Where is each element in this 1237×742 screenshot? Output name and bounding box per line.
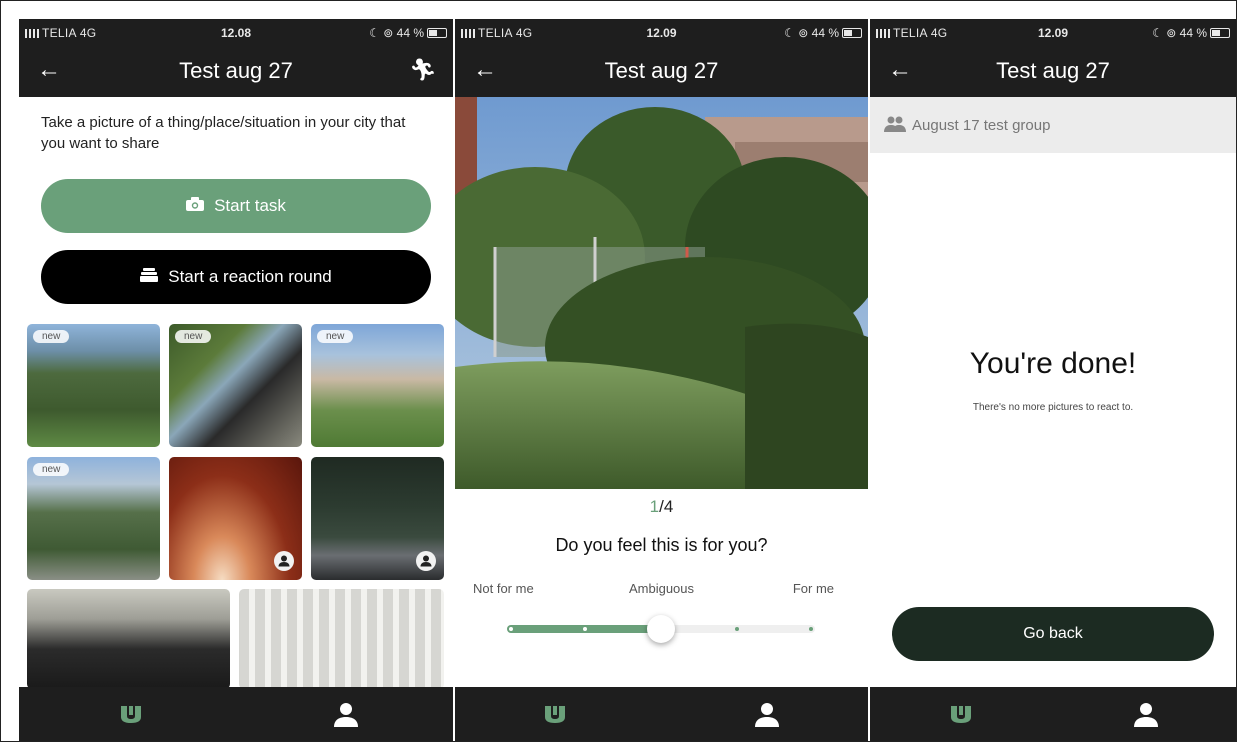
- stack-icon: [140, 250, 159, 304]
- running-person-icon[interactable]: 🏃︎: [409, 57, 437, 83]
- photo-thumbnail[interactable]: [311, 457, 444, 580]
- battery-icon: [1210, 28, 1230, 38]
- moon-icon: ☾: [784, 26, 795, 40]
- new-badge: new: [317, 330, 354, 343]
- screenshot-frame: TELIA 4G 12.08 ☾ ⊚ 44 % ← Test aug 27 🏃︎…: [0, 0, 1237, 742]
- nav-bar: ← Test aug 27 🏃︎: [19, 45, 453, 97]
- new-badge: new: [33, 330, 70, 343]
- slider-handle[interactable]: [647, 615, 675, 643]
- lock-rotation-icon: ⊚: [383, 26, 394, 40]
- slider-step-dot: [583, 627, 587, 631]
- photo-thumbnail[interactable]: new: [27, 457, 160, 580]
- slider-step-dot: [509, 627, 513, 631]
- status-bar: TELIA 4G 12.09 ☾ ⊚ 44 %: [455, 19, 868, 45]
- status-bar: TELIA 4G 12.08 ☾ ⊚ 44 %: [19, 19, 453, 45]
- camera-icon: [186, 179, 205, 233]
- battery-percent: 44 %: [1179, 26, 1207, 40]
- done-subtitle: There's no more pictures to react to.: [972, 402, 1134, 413]
- task-description: Take a picture of a thing/place/situatio…: [41, 114, 406, 152]
- lock-rotation-icon: ⊚: [798, 26, 809, 40]
- lock-rotation-icon: ⊚: [1166, 26, 1177, 40]
- status-bar: TELIA 4G 12.09 ☾ ⊚ 44 %: [870, 19, 1236, 45]
- tab-bar: [455, 687, 868, 741]
- photo-thumbnail[interactable]: [27, 589, 230, 689]
- start-reaction-round-button[interactable]: Start a reaction round: [41, 250, 431, 304]
- avatar-icon: [416, 551, 436, 571]
- done-screen: TELIA 4G 12.09 ☾ ⊚ 44 % ← Test aug 27 Au…: [870, 19, 1236, 741]
- photo-thumbnail[interactable]: new: [311, 324, 444, 447]
- photo-thumbnail[interactable]: new: [27, 324, 160, 447]
- profile-icon[interactable]: [1133, 701, 1159, 727]
- nav-bar: ← Test aug 27: [870, 45, 1236, 97]
- slider-step-dot: [809, 627, 813, 631]
- reaction-screen: TELIA 4G 12.09 ☾ ⊚ 44 % ← Test aug 27 1/…: [455, 19, 868, 741]
- home-logo-icon[interactable]: [119, 704, 143, 724]
- done-title: You're done!: [969, 347, 1137, 380]
- reaction-slider[interactable]: [507, 615, 815, 643]
- page-title: Test aug 27: [604, 58, 719, 83]
- new-badge: new: [175, 330, 212, 343]
- photo-thumbnail[interactable]: new: [169, 324, 302, 447]
- battery-icon: [427, 28, 447, 38]
- tab-bar: [870, 687, 1236, 741]
- moon-icon: ☾: [369, 26, 380, 40]
- home-logo-icon[interactable]: [543, 704, 567, 724]
- reaction-question: Do you feel this is for you?: [555, 535, 768, 555]
- profile-icon[interactable]: [333, 701, 359, 727]
- scale-label-right: For me: [792, 581, 834, 596]
- battery-percent: 44 %: [811, 26, 839, 40]
- slider-step-dot: [735, 627, 739, 631]
- home-logo-icon[interactable]: [949, 704, 973, 724]
- nav-bar: ← Test aug 27: [455, 45, 868, 97]
- avatar-icon: [274, 551, 294, 571]
- page-title: Test aug 27: [996, 58, 1110, 83]
- group-header[interactable]: August 17 test group: [870, 97, 1236, 153]
- task-screen: TELIA 4G 12.08 ☾ ⊚ 44 % ← Test aug 27 🏃︎…: [19, 19, 453, 741]
- start-task-label: Start task: [214, 196, 286, 215]
- photo-counter: 1/4: [649, 497, 674, 516]
- moon-icon: ☾: [1152, 26, 1163, 40]
- group-icon: [884, 115, 906, 133]
- reaction-photo: [455, 97, 868, 489]
- start-task-button[interactable]: Start task: [41, 179, 431, 233]
- photo-thumbnail[interactable]: [239, 589, 444, 689]
- start-reaction-round-label: Start a reaction round: [168, 267, 332, 286]
- new-badge: new: [33, 463, 70, 476]
- tab-bar: [19, 687, 453, 741]
- photo-thumbnail[interactable]: [169, 457, 302, 580]
- profile-icon[interactable]: [754, 701, 780, 727]
- page-title: Test aug 27: [179, 58, 293, 83]
- battery-percent: 44 %: [396, 26, 424, 40]
- battery-icon: [842, 28, 862, 38]
- group-name: August 17 test group: [912, 117, 1051, 134]
- go-back-button[interactable]: Go back: [892, 607, 1214, 661]
